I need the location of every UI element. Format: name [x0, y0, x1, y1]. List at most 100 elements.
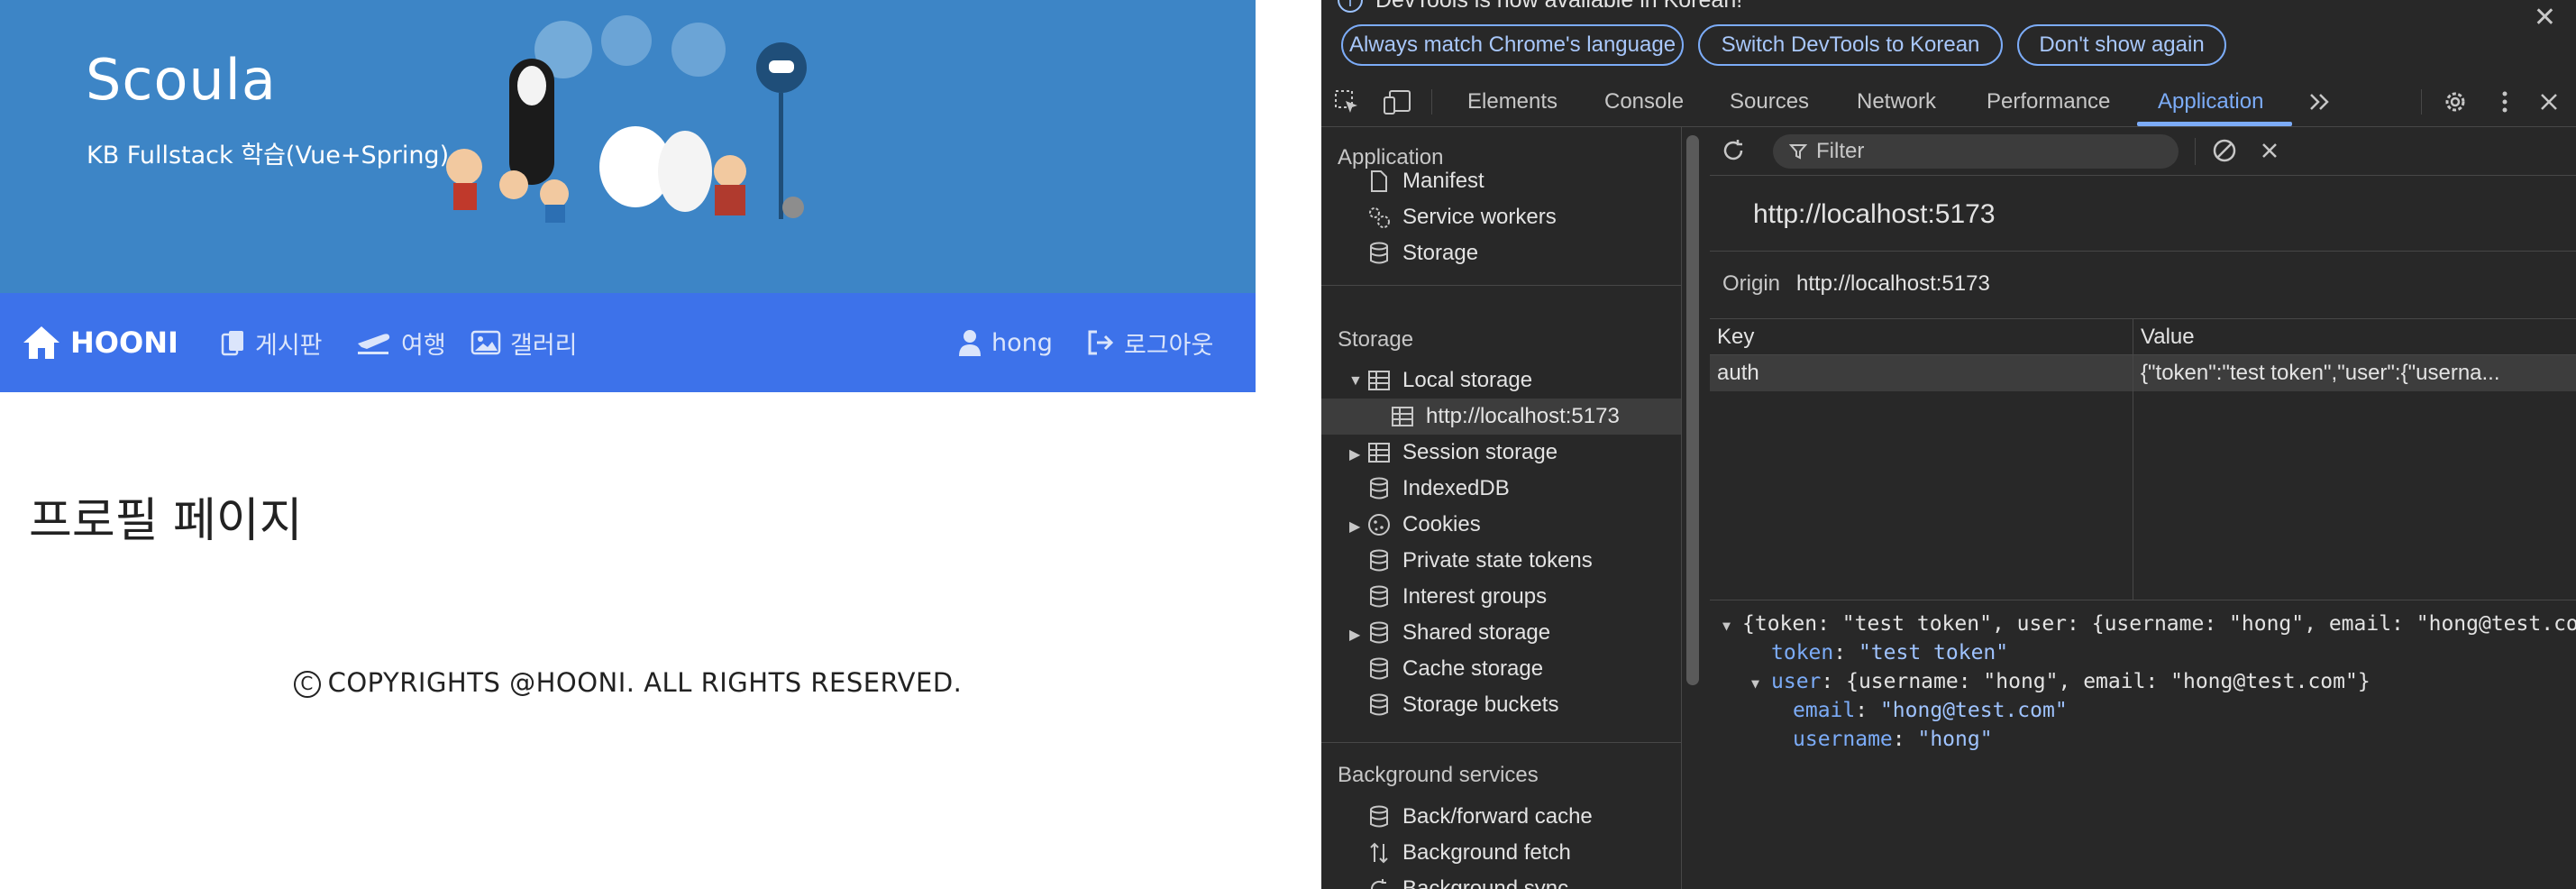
logout-icon: [1088, 330, 1114, 355]
site-subtitle: KB Fullstack 학습(Vue+Spring): [87, 142, 450, 170]
sidebar-item-interest-groups[interactable]: Interest groups: [1366, 579, 1547, 615]
sidebar-item-back-forward-cache[interactable]: Back/forward cache: [1366, 799, 1593, 835]
home-icon: [23, 326, 59, 359]
sidebar-item-session-storage[interactable]: Session storage: [1366, 435, 1557, 471]
table-icon: [1390, 404, 1415, 429]
devtools-tabbar: Elements Console Sources Network Perform…: [1321, 77, 2576, 127]
tab-elements[interactable]: Elements: [1467, 77, 1557, 127]
sidebar-scrollbar[interactable]: [1686, 135, 1699, 685]
preview-root-text: {token: "test token", user: {username: "…: [1742, 612, 2576, 636]
sidebar-item-label: Shared storage: [1402, 620, 1551, 645]
settings-gear-icon[interactable]: [2439, 86, 2471, 118]
active-tab-indicator: [2137, 122, 2292, 126]
plane-departure-icon: [358, 334, 390, 354]
sidebar-item-label: Back/forward cache: [1402, 804, 1593, 829]
sidebar-item-shared-storage[interactable]: Shared storage: [1366, 615, 1550, 651]
tab-performance[interactable]: Performance: [1987, 77, 2110, 127]
nav-board-link[interactable]: 게시판: [221, 293, 323, 392]
gears-icon: [1366, 205, 1392, 230]
sidebar-item-label: Private state tokens: [1402, 548, 1593, 573]
always-match-language-button[interactable]: Always match Chrome's language: [1341, 24, 1684, 66]
delete-selected-icon[interactable]: [2253, 134, 2286, 167]
refresh-icon[interactable]: [1717, 134, 1749, 167]
column-header-key[interactable]: Key: [1710, 319, 2133, 355]
sidebar-item-label: Cookies: [1402, 512, 1481, 536]
expand-arrow-right-icon[interactable]: ▶: [1349, 626, 1360, 644]
sidebar-item-label: Local storage: [1402, 368, 1533, 392]
sidebar-item-storage[interactable]: Storage: [1366, 235, 1478, 271]
tab-sources[interactable]: Sources: [1730, 77, 1809, 127]
nav-gallery-link[interactable]: 갤러리: [470, 293, 578, 392]
expand-arrow-down-icon[interactable]: ▼: [1348, 373, 1363, 390]
nav-travel-link[interactable]: 여행: [356, 293, 446, 392]
sidebar-item-label: http://localhost:5173: [1426, 404, 1620, 428]
hero-illustration: [446, 15, 807, 223]
nav-logout-link[interactable]: 로그아웃: [1086, 293, 1213, 392]
sidebar-item-label: Manifest: [1402, 169, 1484, 193]
dont-show-again-button[interactable]: Don't show again: [2017, 24, 2226, 66]
nav-home-link[interactable]: HOONI: [22, 293, 178, 392]
sidebar-item-indexeddb[interactable]: IndexedDB: [1366, 471, 1510, 507]
more-options-icon[interactable]: [2489, 86, 2521, 118]
tabbar-separator-right: [2421, 89, 2422, 115]
database-icon: [1366, 620, 1392, 646]
language-infobar: i DevTools is now available in Korean! ✕…: [1321, 0, 2576, 77]
nav-travel-label: 여행: [401, 331, 446, 360]
page-title: 프로필 페이지: [29, 494, 303, 548]
sidebar-item-private-state-tokens[interactable]: Private state tokens: [1366, 543, 1593, 579]
site-brand[interactable]: Scoula: [86, 47, 277, 113]
preview-username-line: username: "hong": [1793, 728, 1993, 751]
sidebar-item-local-origin[interactable]: http://localhost:5173: [1390, 399, 1620, 435]
expand-arrow-right-icon[interactable]: ▶: [1349, 445, 1360, 463]
filter-input[interactable]: Filter: [1773, 134, 2179, 169]
collapse-arrow-icon[interactable]: ▼: [1722, 611, 1742, 640]
database-icon: [1366, 656, 1392, 682]
footer: C COPYRIGHTS @HOONI. ALL RIGHTS RESERVED.: [0, 667, 1256, 698]
sidebar-item-label: Storage buckets: [1402, 692, 1559, 717]
web-page: Scoula KB Fullstack 학습(Vue+Spring) HOONI…: [0, 0, 1256, 889]
expand-arrow-right-icon[interactable]: ▶: [1349, 518, 1360, 536]
sidebar-item-background-sync[interactable]: Background sync: [1366, 871, 1568, 889]
row-value-cell[interactable]: {"token":"test token","user":{"userna...: [2133, 355, 2576, 391]
tab-application[interactable]: Application: [2158, 77, 2263, 127]
sidebar-item-local-storage[interactable]: Local storage: [1366, 362, 1532, 399]
preview-email-value: "hong@test.com": [1879, 699, 2068, 722]
nav-user-link[interactable]: hong: [957, 293, 1053, 392]
tab-console[interactable]: Console: [1604, 77, 1684, 127]
switch-to-korean-button[interactable]: Switch DevTools to Korean: [1698, 24, 2003, 66]
table-icon: [1366, 368, 1392, 393]
preview-user-line[interactable]: ▼ user: {username: "hong", email: "hong@t…: [1751, 667, 2370, 696]
row-key-cell[interactable]: auth: [1710, 355, 2133, 391]
table-icon: [1366, 440, 1392, 465]
table-row[interactable]: auth {"token":"test token","user":{"user…: [1710, 355, 2576, 391]
more-tabs-icon[interactable]: [2304, 86, 2336, 118]
inspect-element-icon[interactable]: [1330, 86, 1363, 118]
tab-network[interactable]: Network: [1857, 77, 1936, 127]
close-icon[interactable]: ✕: [2534, 2, 2556, 33]
sidebar-item-cookies[interactable]: Cookies: [1366, 507, 1481, 543]
sidebar-item-cache-storage[interactable]: Cache storage: [1366, 651, 1543, 687]
device-toolbar-icon[interactable]: [1381, 86, 1413, 118]
sidebar-item-label: Cache storage: [1402, 656, 1544, 681]
tabbar-separator: [1431, 89, 1432, 115]
user-icon: [959, 330, 981, 356]
close-devtools-icon[interactable]: [2533, 86, 2565, 118]
sidebar-item-manifest[interactable]: Manifest: [1366, 163, 1484, 199]
file-icon: [1366, 169, 1392, 194]
preview-username-value: "hong": [1917, 728, 1993, 751]
origin-row: Origin http://localhost:5173: [1710, 251, 2576, 319]
collapse-arrow-icon[interactable]: ▼: [1751, 669, 1771, 698]
storage-panel: Filter http://localhost:5173 Origin http…: [1710, 127, 2576, 889]
database-icon: [1366, 476, 1392, 501]
sidebar-header-background-services: Background services: [1338, 763, 1539, 787]
sidebar-item-label: IndexedDB: [1402, 476, 1510, 500]
devtools-panel: i DevTools is now available in Korean! ✕…: [1321, 0, 2576, 889]
sidebar-item-background-fetch[interactable]: Background fetch: [1366, 835, 1571, 871]
preview-token-key: token: [1771, 641, 1834, 664]
preview-root-line[interactable]: ▼ {token: "test token", user: {username: …: [1722, 609, 2576, 638]
clear-all-icon[interactable]: [2208, 134, 2241, 167]
sidebar-item-service-workers[interactable]: Service workers: [1366, 199, 1557, 235]
sidebar-item-storage-buckets[interactable]: Storage buckets: [1366, 687, 1558, 723]
sync-icon: [1366, 876, 1392, 889]
column-header-value[interactable]: Value: [2133, 319, 2576, 355]
